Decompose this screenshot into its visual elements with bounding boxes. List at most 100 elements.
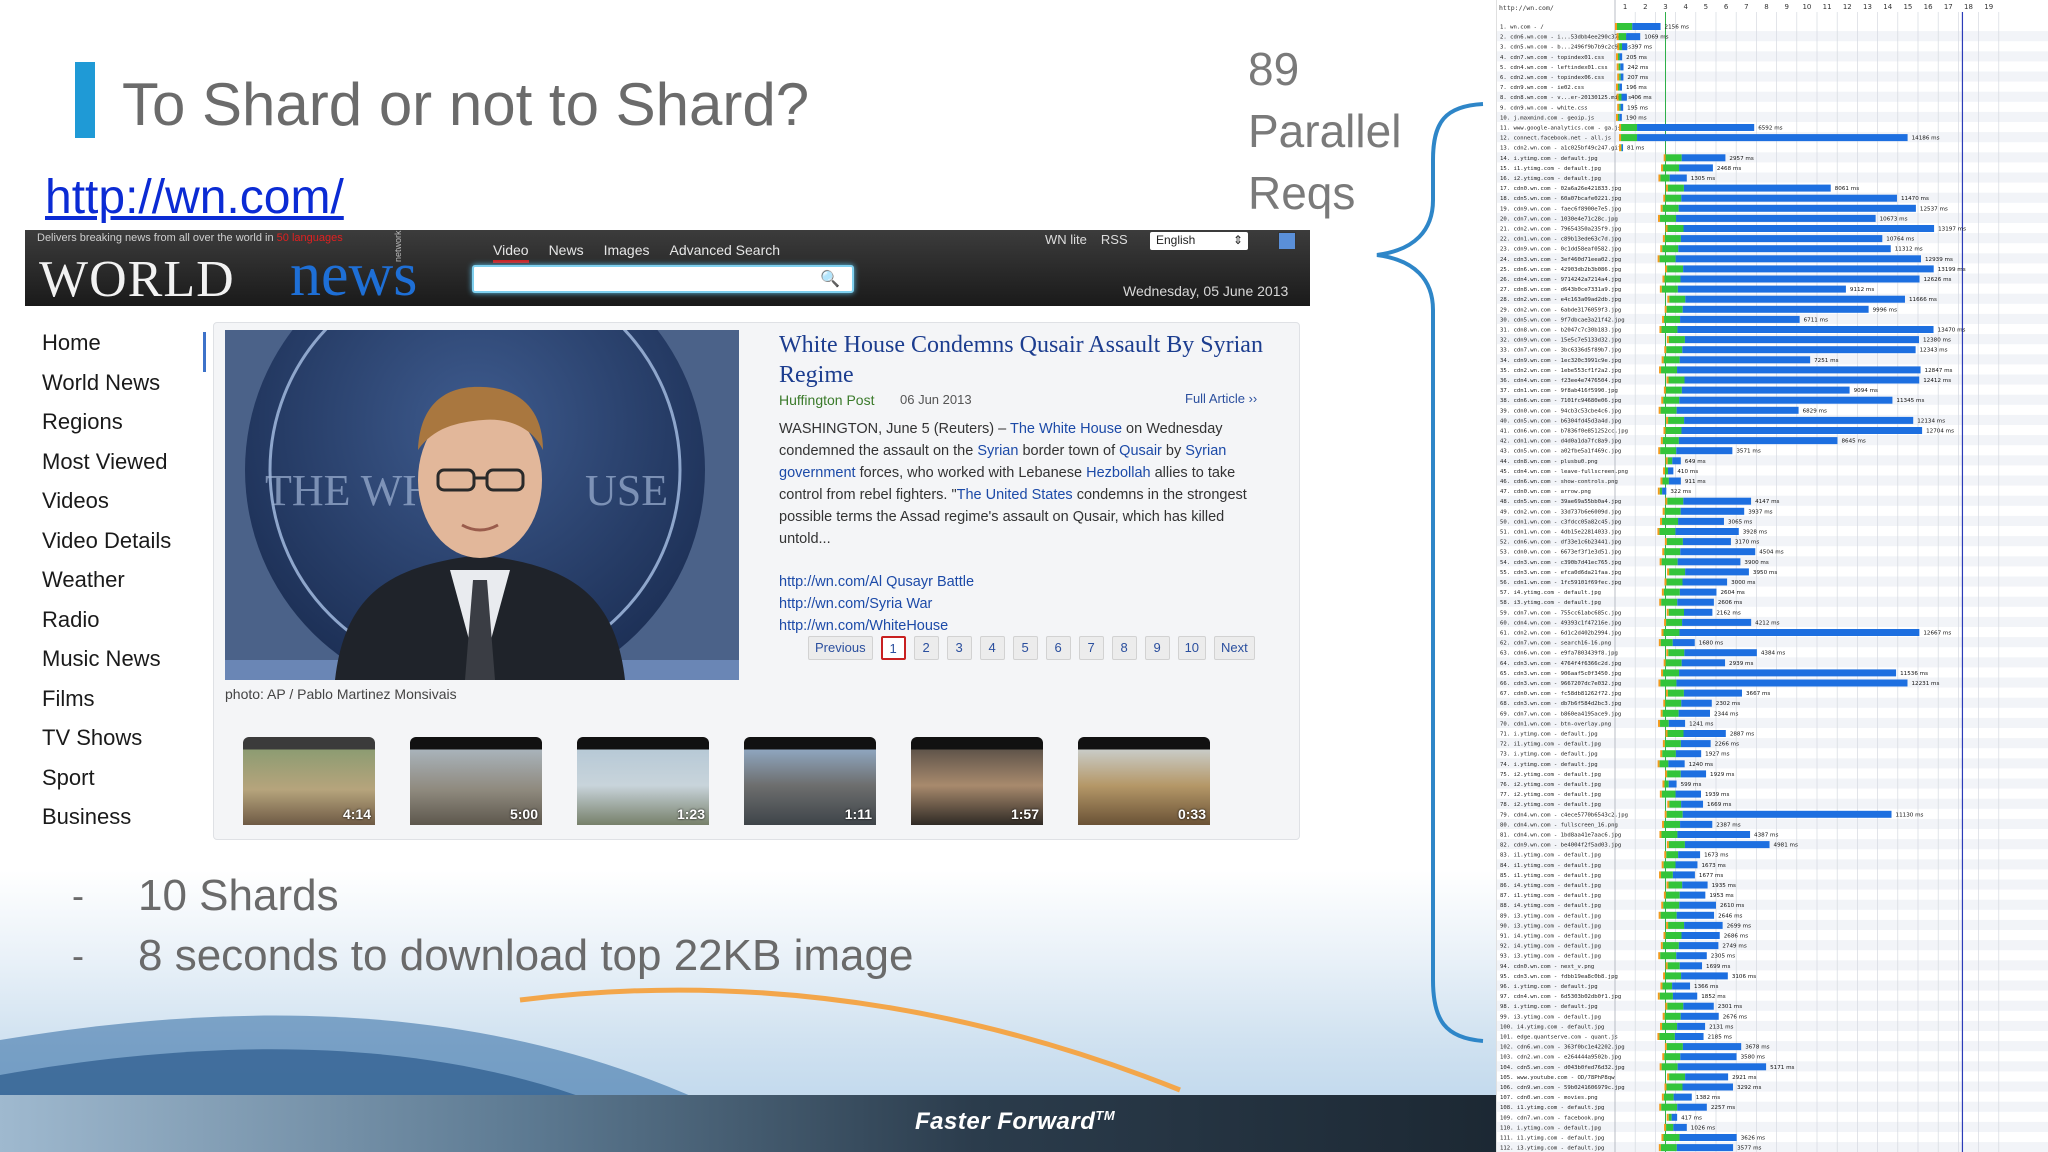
waterfall-download-segment <box>1677 598 1714 606</box>
search-icon[interactable]: 🔍 <box>820 269 840 289</box>
waterfall-wait-segment <box>1660 719 1669 727</box>
video-thumbnail[interactable]: 1:57 <box>911 737 1043 825</box>
article-inline-link[interactable]: The United States <box>957 487 1073 503</box>
waterfall-connect-segment <box>1659 871 1662 879</box>
waterfall-wait-segment <box>1668 336 1685 344</box>
site-search-input[interactable]: 🔍 <box>472 265 854 293</box>
waterfall-request-label: 95. cdn3.wn.com - fdbb19ea8c0b8.jpg <box>1500 974 1618 980</box>
video-duration: 1:23 <box>676 806 705 822</box>
video-thumbnail[interactable]: 5:00 <box>410 737 542 825</box>
waterfall-duration-label: 1305 ms <box>1691 176 1715 182</box>
waterfall-connect-segment <box>1659 326 1662 333</box>
sidebar-item-business[interactable]: Business <box>42 804 171 844</box>
article-source[interactable]: Huffington Post <box>779 392 874 408</box>
video-thumbnail[interactable]: 4:14 <box>243 737 375 825</box>
waterfall-connect-segment <box>1664 346 1667 354</box>
waterfall-wait-segment <box>1660 447 1677 455</box>
waterfall-duration-label: 3571 ms <box>1736 449 1760 455</box>
waterfall-wait-segment <box>1661 1103 1678 1111</box>
sidebar-item-world-news[interactable]: World News <box>42 370 171 410</box>
sidebar-item-films[interactable]: Films <box>42 686 171 726</box>
pager-page-8[interactable]: 8 <box>1111 636 1137 660</box>
pager-page-5[interactable]: 5 <box>1012 636 1038 660</box>
waterfall-wait-segment <box>1621 124 1638 131</box>
video-thumbnail[interactable]: 0:33 <box>1078 737 1210 825</box>
waterfall-wait-segment <box>1667 265 1684 273</box>
waterfall-duration-label: 12537 ms <box>1920 206 1948 212</box>
waterfall-request-label: 76. i2.ytimg.com - default.jpg <box>1500 782 1601 788</box>
waterfall-request-label: 104. cdn5.wn.com - d043b0fed76d32.jpg <box>1500 1065 1625 1071</box>
article-inline-link[interactable]: Qusair <box>1119 443 1162 459</box>
waterfall-request-label: 69. cdn7.wn.com - b860ea4195ace9.jpg <box>1500 711 1621 717</box>
wn-lite-link[interactable]: WN lite <box>1045 232 1087 247</box>
waterfall-duration-label: 2606 ms <box>1718 600 1742 606</box>
pager-page-7[interactable]: 7 <box>1078 636 1104 660</box>
article-title[interactable]: White House Condemns Qusair Assault By S… <box>779 330 1279 390</box>
sidebar-item-tv-shows[interactable]: TV Shows <box>42 725 171 765</box>
article-inline-link[interactable]: The White House <box>1010 421 1122 437</box>
sidebar-item-most-viewed[interactable]: Most Viewed <box>42 449 171 489</box>
waterfall-second-label: 1 <box>1623 3 1627 11</box>
nav-images[interactable]: Images <box>604 242 650 263</box>
site-logo-world[interactable]: WORLD <box>39 250 235 309</box>
related-link[interactable]: http://wn.com/Al Qusayr Battle <box>779 574 974 590</box>
waterfall-connect-segment <box>1664 1083 1667 1091</box>
sidebar-item-weather[interactable]: Weather <box>42 567 171 607</box>
nav-news[interactable]: News <box>549 242 584 263</box>
waterfall-download-segment <box>1679 901 1716 909</box>
sidebar-item-home[interactable]: Home <box>42 330 171 370</box>
nav-advanced-search[interactable]: Advanced Search <box>670 242 781 263</box>
pager-page-2[interactable]: 2 <box>913 636 939 660</box>
waterfall-wait-segment <box>1668 649 1685 657</box>
article-text: by <box>1161 443 1186 459</box>
video-thumbnail[interactable]: 1:23 <box>577 737 709 825</box>
rss-link[interactable]: RSS <box>1101 232 1128 247</box>
waterfall-request-label: 71. i.ytimg.com - default.jpg <box>1500 732 1598 738</box>
full-article-link[interactable]: Full Article ›› <box>1185 391 1257 406</box>
waterfall-wait-segment <box>1666 1083 1683 1091</box>
waterfall-download-segment <box>1680 275 1920 283</box>
language-select[interactable]: English ⇕ <box>1150 232 1248 250</box>
pager-page-3[interactable]: 3 <box>946 636 972 660</box>
site-url-link[interactable]: http://wn.com/ <box>45 170 344 225</box>
pager-page-4[interactable]: 4 <box>979 636 1005 660</box>
waterfall-duration-label: 397 ms <box>1631 45 1652 51</box>
waterfall-connect-segment <box>1664 305 1667 313</box>
pager-previous-button[interactable]: Previous <box>808 636 873 660</box>
related-link[interactable]: http://wn.com/WhiteHouse <box>779 618 948 634</box>
pager-page-6[interactable]: 6 <box>1045 636 1071 660</box>
featured-photo[interactable]: THE WHI USE <box>225 330 739 680</box>
waterfall-request-label: 100. i4.ytimg.com - default.jpg <box>1500 1024 1604 1030</box>
waterfall-download-segment <box>1684 376 1920 384</box>
article-inline-link[interactable]: Syrian <box>977 443 1018 459</box>
sidebar-item-sport[interactable]: Sport <box>42 765 171 805</box>
pager-page-10[interactable]: 10 <box>1177 636 1207 660</box>
pager-page-9[interactable]: 9 <box>1144 636 1170 660</box>
waterfall-request-label: 16. i2.ytimg.com - default.jpg <box>1500 176 1601 182</box>
waterfall-connect-segment <box>1659 366 1662 374</box>
waterfall-request-label: 9. cdn9.wn.com - white.css <box>1500 105 1588 111</box>
sidebar-item-radio[interactable]: Radio <box>42 607 171 647</box>
waterfall-request-label: 54. cdn3.wn.com - c390b7d41ec765.jpg <box>1500 560 1621 566</box>
brace-bracket <box>1376 102 1484 1043</box>
video-thumbnail[interactable]: 1:11 <box>744 737 876 825</box>
sidebar-item-regions[interactable]: Regions <box>42 409 171 449</box>
nav-video[interactable]: Video <box>493 242 529 263</box>
related-link[interactable]: http://wn.com/Syria War <box>779 596 932 612</box>
sidebar-item-videos[interactable]: Videos <box>42 488 171 528</box>
waterfall-duration-label: 2921 ms <box>1732 1075 1756 1081</box>
waterfall-download-segment <box>1681 194 1897 202</box>
waterfall-download-segment <box>1682 1083 1733 1091</box>
waterfall-duration-label: 406 ms <box>1631 95 1652 101</box>
sidebar-item-video-details[interactable]: Video Details <box>42 528 171 568</box>
waterfall-duration-label: 2185 ms <box>1708 1035 1732 1041</box>
sidebar-item-music-news[interactable]: Music News <box>42 646 171 686</box>
waterfall-download-segment <box>1679 164 1713 172</box>
waterfall-wait-segment <box>1666 578 1683 586</box>
grid-menu-icon[interactable] <box>1278 232 1296 250</box>
pager-next-button[interactable]: Next <box>1214 636 1255 660</box>
waterfall-download-segment <box>1672 992 1698 1000</box>
article-inline-link[interactable]: Hezbollah <box>1086 465 1151 481</box>
pager-page-1[interactable]: 1 <box>880 636 906 660</box>
waterfall-connect-segment <box>1662 235 1665 243</box>
